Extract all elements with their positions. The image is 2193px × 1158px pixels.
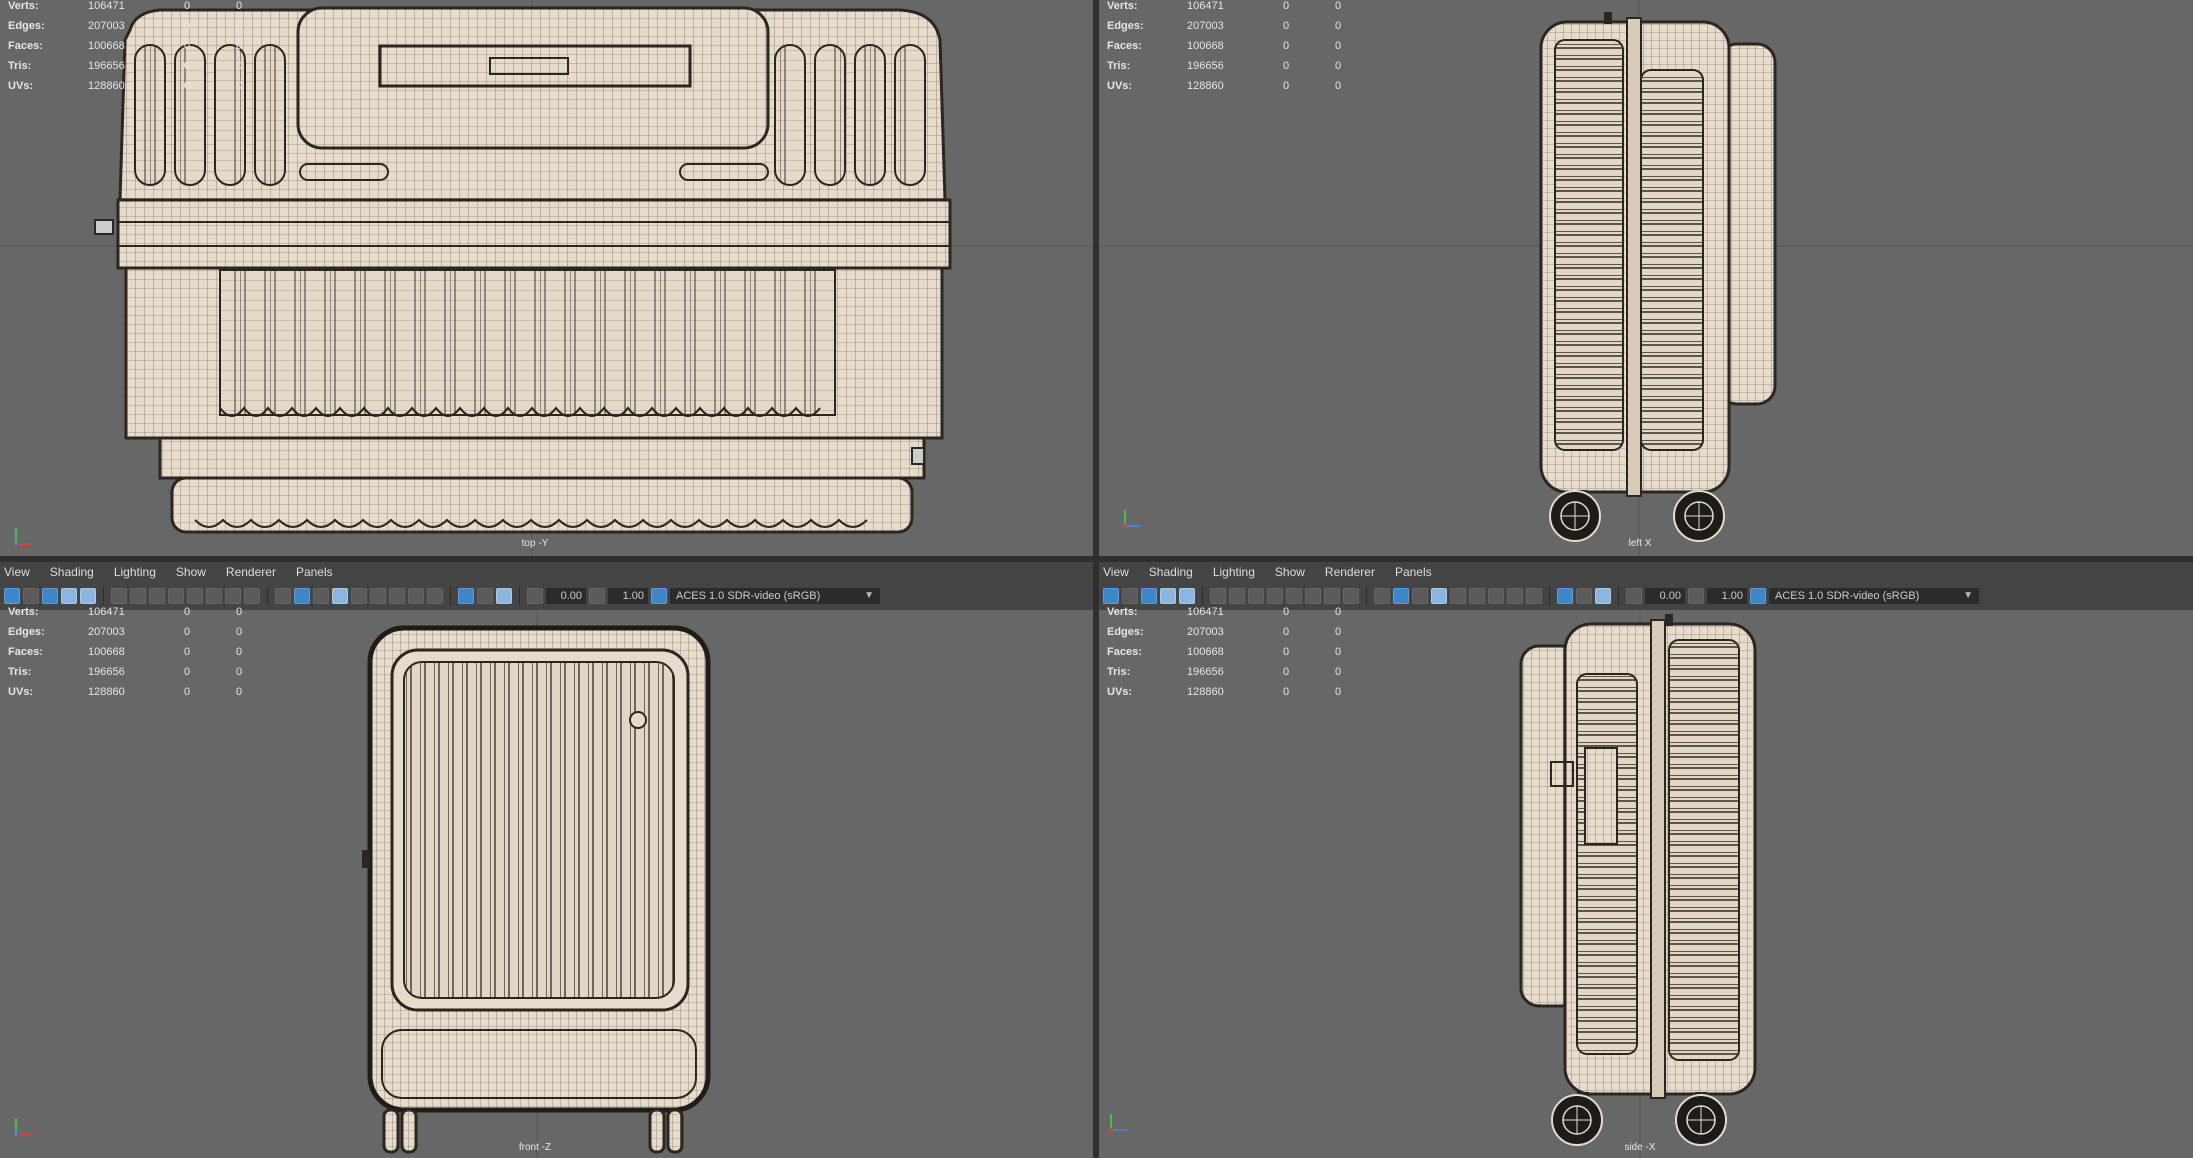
default-material-icon[interactable] [1412, 588, 1428, 604]
viewport-label-top: top -Y [521, 538, 549, 549]
wireframe-icon[interactable] [1374, 588, 1390, 604]
axis-gizmo-icon [1123, 510, 1141, 528]
menu-panels[interactable]: Panels [296, 565, 333, 579]
axis-gizmo-icon [1109, 1114, 1127, 1132]
exposure-icon[interactable] [527, 588, 543, 604]
hud-icon[interactable] [496, 588, 512, 604]
axis-gizmo-icon [14, 1118, 32, 1136]
xray-icon[interactable] [1450, 588, 1466, 604]
xray-joints-icon[interactable] [370, 588, 386, 604]
color-space-dropdown[interactable]: ACES 1.0 SDR-video (sRGB) ▼ [670, 588, 880, 604]
gamma-icon[interactable] [1688, 588, 1704, 604]
gamma-icon[interactable] [589, 588, 605, 604]
viewport-label-side: side -X [1624, 1142, 1656, 1153]
shadows-icon[interactable] [408, 588, 424, 604]
viewport-label-left: left X [1628, 538, 1652, 549]
menu-show[interactable]: Show [176, 565, 206, 579]
menu-renderer[interactable]: Renderer [226, 565, 276, 579]
wireframe-on-shaded-icon[interactable] [1431, 588, 1447, 604]
isolate-select-icon[interactable] [1557, 588, 1573, 604]
hud-icon[interactable] [1595, 588, 1611, 604]
use-all-lights-icon[interactable] [1488, 588, 1504, 604]
panel-menu-bar: View Shading Lighting Show Renderer Pane… [1099, 562, 2193, 582]
menu-show[interactable]: Show [1275, 565, 1305, 579]
wireframe-on-shaded-icon[interactable] [332, 588, 348, 604]
stats-hud: Verts: 106471 0 0 Edges: 207003 0 0 Faces: 1006… [8, 0, 243, 92]
gamma-field[interactable]: 1.00 [608, 588, 648, 604]
menu-panels[interactable]: Panels [1395, 565, 1432, 579]
viewport-divider-horizontal[interactable] [0, 556, 2193, 562]
viewport-side[interactable]: View Shading Lighting Show Renderer Pane… [1099, 562, 2193, 1158]
menu-renderer[interactable]: Renderer [1325, 565, 1375, 579]
viewport-divider-vertical[interactable] [1093, 0, 1099, 1158]
smooth-shade-icon[interactable] [294, 588, 310, 604]
viewport-front[interactable]: View Shading Lighting Show Renderer Pane… [0, 562, 1093, 1158]
menu-view[interactable]: View [4, 565, 30, 579]
smooth-shade-icon[interactable] [1393, 588, 1409, 604]
use-all-lights-icon[interactable] [389, 588, 405, 604]
screen-space-ao-icon[interactable] [1526, 588, 1542, 604]
menu-view[interactable]: View [1103, 565, 1129, 579]
viewport-grid: Verts: 106471 0 0 Edges: 207003 0 0 Faces: 1006… [0, 0, 2193, 1158]
wheel-left-2 [1673, 490, 1725, 542]
isolate-select-icon[interactable] [458, 588, 474, 604]
exposure-field[interactable]: 0.00 [1645, 588, 1685, 604]
menu-lighting[interactable]: Lighting [1213, 565, 1255, 579]
xray-joints-icon[interactable] [1469, 588, 1485, 604]
viewport-left[interactable]: Verts: 106471 0 0 Edges: 207003 0 0 Faces: 1006… [1099, 0, 2193, 556]
color-management-icon[interactable] [651, 588, 667, 604]
xray-icon[interactable] [351, 588, 367, 604]
viewport-top[interactable]: Verts: 106471 0 0 Edges: 207003 0 0 Faces: 1006… [0, 0, 1093, 556]
exposure-field[interactable]: 0.00 [546, 588, 586, 604]
color-management-icon[interactable] [1750, 588, 1766, 604]
chevron-down-icon: ▼ [1963, 590, 1973, 601]
gamma-field[interactable]: 1.00 [1707, 588, 1747, 604]
color-space-label: ACES 1.0 SDR-video (sRGB) [676, 590, 821, 602]
panel-menu-bar: View Shading Lighting Show Renderer Pane… [0, 562, 1093, 582]
xray-active-icon[interactable] [477, 588, 493, 604]
stats-hud: Verts: 106471 0 0 Edges: 207003 0 0 Faces: 1006… [1107, 606, 1342, 698]
stats-hud: Verts: 106471 0 0 Edges: 207003 0 0 Faces: 1006… [1107, 0, 1342, 92]
menu-lighting[interactable]: Lighting [114, 565, 156, 579]
wheel-left-1 [1549, 490, 1601, 542]
color-space-dropdown[interactable]: ACES 1.0 SDR-video (sRGB) ▼ [1769, 588, 1979, 604]
menu-shading[interactable]: Shading [50, 565, 94, 579]
axis-gizmo-icon [14, 528, 32, 546]
wheel-side-1 [1551, 1094, 1603, 1146]
wireframe-icon[interactable] [275, 588, 291, 604]
xray-active-icon[interactable] [1576, 588, 1592, 604]
color-space-label: ACES 1.0 SDR-video (sRGB) [1775, 590, 1920, 602]
wheel-side-2 [1675, 1094, 1727, 1146]
shadows-icon[interactable] [1507, 588, 1523, 604]
viewport-label-front: front -Z [518, 1142, 552, 1153]
screen-space-ao-icon[interactable] [427, 588, 443, 604]
stats-hud: Verts: 106471 0 0 Edges: 207003 0 0 Faces: 1006… [8, 606, 243, 698]
menu-shading[interactable]: Shading [1149, 565, 1193, 579]
exposure-icon[interactable] [1626, 588, 1642, 604]
chevron-down-icon: ▼ [864, 590, 874, 601]
default-material-icon[interactable] [313, 588, 329, 604]
